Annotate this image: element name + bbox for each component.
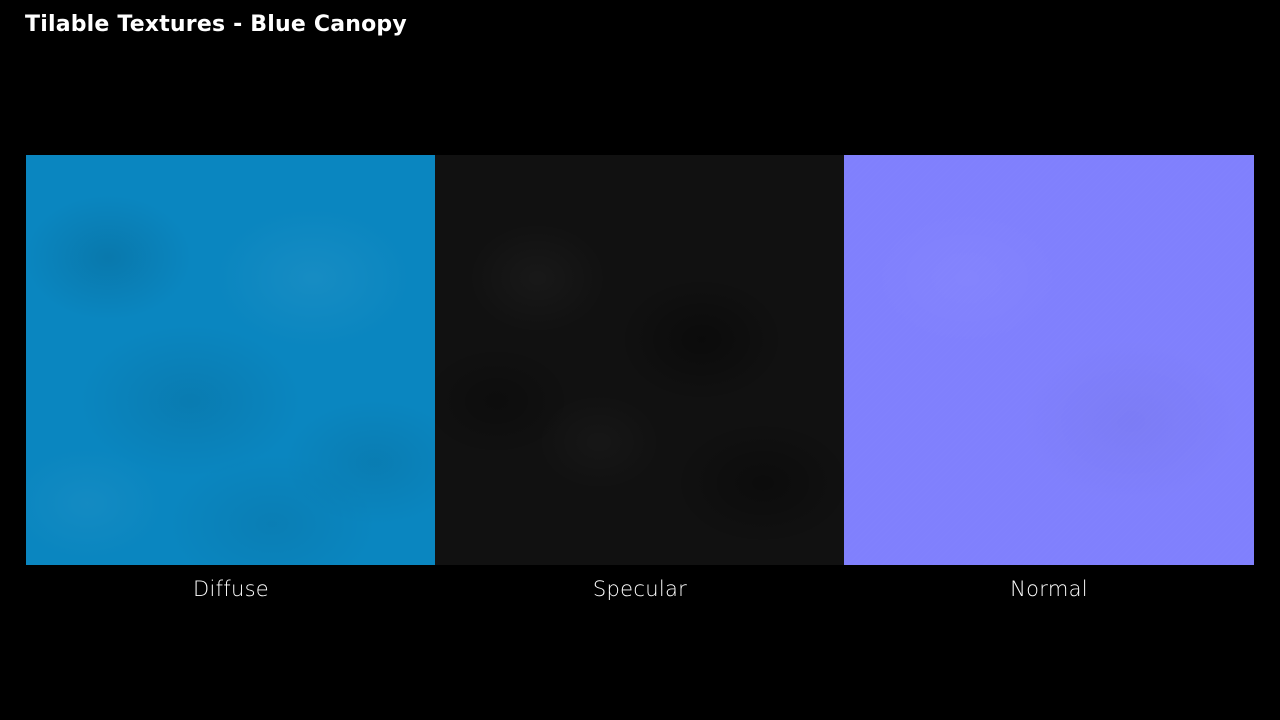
normal-label: Normal	[1010, 577, 1088, 601]
page-title: Tilable Textures - Blue Canopy	[25, 12, 407, 37]
normal-texture-swatch	[844, 155, 1254, 565]
specular-texture-swatch	[435, 155, 845, 565]
specular-panel: Specular	[435, 155, 845, 601]
diffuse-panel: Diffuse	[26, 155, 436, 601]
diffuse-texture-swatch	[26, 155, 436, 565]
normal-panel: Normal	[844, 155, 1254, 601]
specular-label: Specular	[592, 577, 688, 601]
diffuse-label: Diffuse	[192, 577, 270, 601]
texture-sheet: Tilable Textures - Blue Canopy Diffuse S…	[0, 0, 1280, 720]
